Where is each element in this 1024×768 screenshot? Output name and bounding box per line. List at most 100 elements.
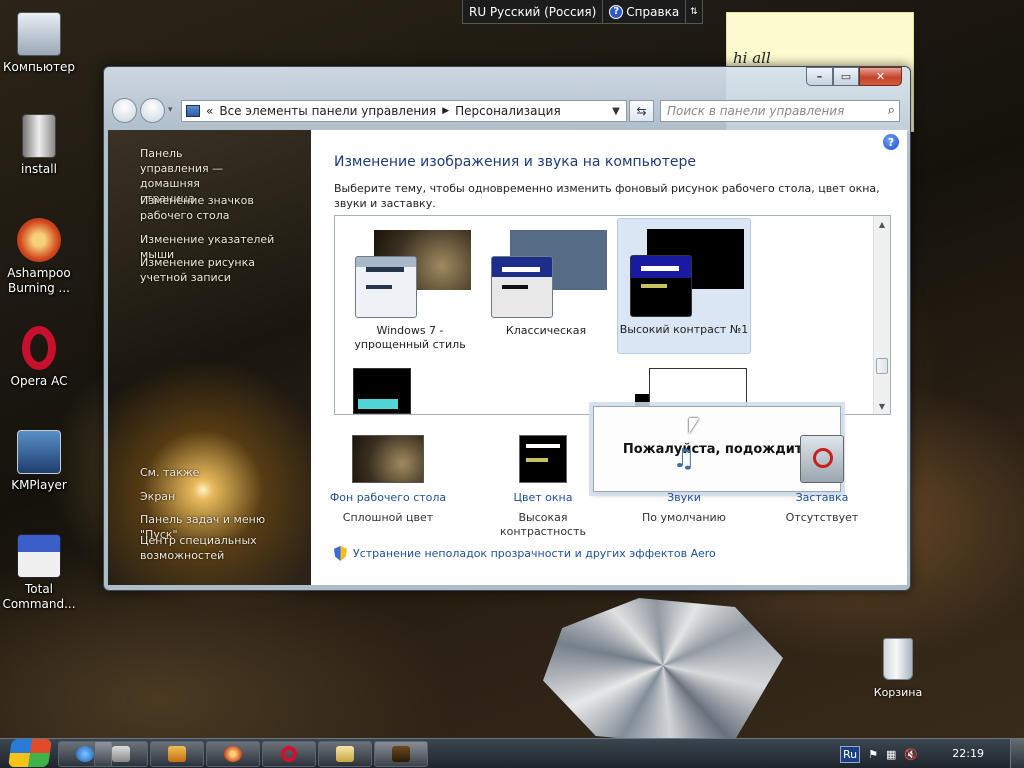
help-icon: ? — [609, 4, 624, 19]
option-value: Отсутствует — [785, 511, 859, 524]
tray-language[interactable]: Ru — [840, 745, 861, 763]
option-sounds[interactable]: ♫ Звуки По умолчанию — [619, 435, 749, 525]
left-pane: Панель управления — домашняя страница Из… — [108, 130, 311, 585]
start-button[interactable] — [4, 735, 56, 768]
content-pane: ? Изменение изображения и звука на компь… — [311, 130, 907, 585]
recent-pages-icon[interactable]: ▾ — [168, 105, 173, 115]
breadcrumb-item[interactable]: Персонализация — [455, 104, 561, 118]
theme-name: Высокий контраст №1 — [619, 323, 749, 336]
control-panel-icon — [112, 746, 130, 762]
theme-windows7-basic[interactable]: Windows 7 - упрощенный стиль — [343, 220, 477, 356]
option-label: Цвет окна — [513, 491, 573, 504]
see-also-label: См. также — [140, 466, 200, 479]
langbar-options-icon[interactable]: ⇅ — [686, 0, 702, 24]
refresh-icon: ⇆ — [636, 104, 647, 118]
option-label: Звуки — [667, 491, 701, 504]
floppy-icon — [17, 534, 61, 578]
windows-logo-icon — [8, 739, 52, 767]
theme-high-contrast-1[interactable]: Высокий контраст №1 — [617, 218, 751, 354]
theme-name: Классическая — [505, 324, 587, 337]
theme-preview-window — [491, 256, 553, 318]
desktop-icon-install[interactable]: install — [2, 114, 76, 177]
search-input[interactable]: Поиск в панели управления ⌕ — [660, 100, 900, 122]
option-value: Сплошной цвет — [342, 511, 434, 524]
language-label: RU Русский (Россия) — [469, 4, 597, 19]
taskbar-personalization[interactable] — [374, 741, 428, 767]
desktop-icon-opera[interactable]: Opera AC — [2, 326, 76, 389]
recycle-bin-icon — [883, 638, 913, 680]
left-link-desktop-icons[interactable]: Изменение значков рабочего стола — [140, 193, 305, 223]
breadcrumb-arrow-icon: ▶ — [442, 106, 450, 116]
network-icon[interactable]: ▦ — [886, 748, 896, 761]
system-tray: Ru ⚑ ▦ 🔇 — [834, 739, 1024, 768]
help-button[interactable]: ? Справка — [603, 0, 687, 24]
language-selector[interactable]: RU Русский (Россия) — [463, 0, 604, 24]
back-button[interactable] — [112, 98, 137, 123]
breadcrumb-item[interactable]: Все элементы панели управления — [219, 104, 436, 118]
desktop-icon-kmplayer[interactable]: KMPlayer — [2, 430, 76, 493]
clock[interactable]: 22:19 — [952, 747, 984, 760]
folder-icon — [336, 746, 354, 762]
taskbar-ashampoo[interactable] — [206, 741, 260, 767]
option-desktop-background[interactable]: Фон рабочего стола Сплошной цвет — [323, 435, 453, 525]
left-link-account-picture[interactable]: Изменение рисунка учетной записи — [140, 255, 300, 285]
aero-link-text: Устранение неполадок прозрачности и друг… — [353, 547, 716, 560]
volume-muted-icon[interactable]: 🔇 — [904, 748, 918, 761]
see-also-accessibility[interactable]: Центр специальных возможностей — [140, 533, 305, 563]
scroll-thumb[interactable] — [876, 358, 888, 374]
address-dropdown-icon[interactable]: ▼ — [606, 101, 626, 121]
theme-classic[interactable]: Классическая — [479, 220, 613, 356]
taskbar-explorer[interactable] — [318, 741, 372, 767]
address-bar[interactable]: « Все элементы панели управления ▶ Персо… — [181, 100, 627, 122]
help-icon[interactable]: ? — [883, 134, 899, 150]
mouse-cursor-icon — [689, 418, 699, 434]
wallpaper-diamond — [543, 598, 783, 748]
desktop-icon-label: Total Command... — [2, 582, 76, 611]
option-window-color[interactable]: Цвет окна Высокая контрастность — [478, 435, 608, 539]
flag-icon[interactable]: ⚑ — [868, 748, 878, 761]
refresh-button[interactable]: ⇆ — [629, 100, 654, 122]
minimize-button[interactable]: – — [806, 67, 833, 86]
sounds-icon: ♫ — [672, 444, 696, 474]
theme-preview-partial[interactable] — [353, 368, 411, 414]
screensaver-icon — [800, 435, 844, 483]
close-button[interactable]: ✕ — [859, 67, 902, 86]
note-text: hi all — [733, 49, 771, 67]
ashampoo-icon — [17, 218, 61, 262]
help-label: Справка — [626, 4, 680, 19]
forward-button[interactable] — [140, 98, 165, 123]
desktop-icon-label: install — [21, 162, 57, 176]
page-title: Изменение изображения и звука на компьют… — [334, 154, 696, 170]
ie-icon — [76, 746, 94, 762]
opera-icon — [22, 326, 56, 370]
taskbar-media-player[interactable] — [150, 741, 204, 767]
theme-name: Windows 7 - упрощенный стиль — [354, 324, 466, 351]
maximize-button[interactable]: ▭ — [833, 67, 859, 86]
desktop-icon-computer[interactable]: Компьютер — [2, 12, 76, 75]
option-label: Заставка — [795, 491, 849, 504]
personalization-icon — [392, 746, 410, 762]
show-desktop-button[interactable] — [1010, 739, 1024, 768]
search-icon[interactable]: ⌕ — [888, 103, 895, 118]
aero-troubleshoot-link[interactable]: Устранение неполадок прозрачности и друг… — [334, 546, 716, 561]
desktop-icon-label: Opera AC — [10, 374, 68, 388]
ashampoo-icon — [224, 746, 242, 762]
opera-icon — [281, 746, 297, 762]
desktop-icon-total-commander[interactable]: Total Command... — [2, 534, 76, 612]
folder-icon — [22, 114, 56, 158]
scroll-up-icon[interactable]: ▲ — [874, 216, 890, 232]
close-icon: ✕ — [875, 70, 886, 83]
taskbar-opera[interactable] — [262, 741, 316, 767]
theme-list-scrollbar[interactable]: ▲ ▼ — [873, 216, 890, 414]
search-placeholder: Поиск в панели управления — [667, 104, 845, 118]
control-panel-icon — [186, 105, 200, 117]
option-label: Фон рабочего стола — [329, 491, 447, 504]
scroll-down-icon[interactable]: ▼ — [874, 398, 890, 414]
option-screensaver[interactable]: Заставка Отсутствует — [757, 435, 887, 525]
language-bar: RU Русский (Россия) ? Справка ⇅ — [462, 0, 703, 24]
theme-preview-window — [355, 256, 417, 318]
desktop-icon-ashampoo[interactable]: Ashampoo Burning ... — [2, 218, 76, 296]
desktop-icon-recycle-bin[interactable]: Корзина — [866, 638, 930, 699]
taskbar-control-panel[interactable] — [94, 741, 148, 767]
see-also-display[interactable]: Экран — [140, 489, 175, 504]
